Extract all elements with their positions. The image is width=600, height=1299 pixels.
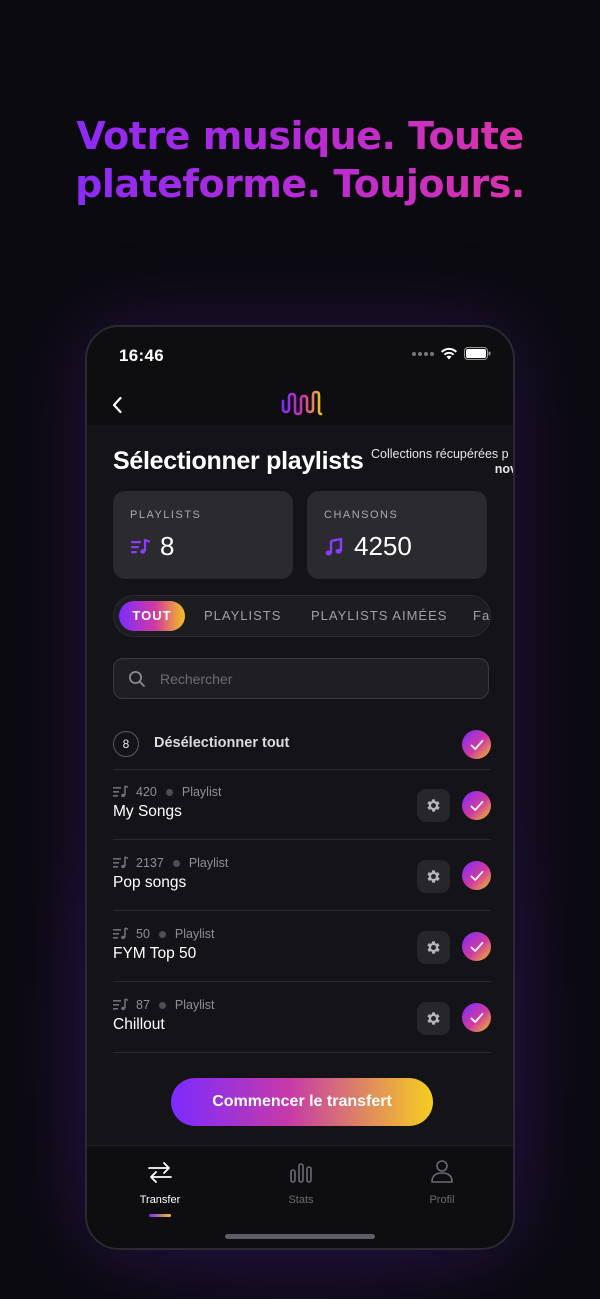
tab-profile-label: Profil bbox=[429, 1194, 455, 1206]
filter-tabs: TOUT PLAYLISTS PLAYLISTS AIMÉES Fa bbox=[113, 595, 491, 637]
headline-line-2: plateforme. Toujours. bbox=[75, 162, 525, 206]
playlist-settings-button[interactable] bbox=[417, 860, 450, 893]
main-content: Sélectionner playlists Collections récup… bbox=[87, 425, 513, 1145]
playlists-stat-card: PLAYLISTS 8 bbox=[113, 491, 293, 579]
user-icon bbox=[431, 1160, 453, 1183]
select-all-row: 8 Désélectionner tout bbox=[113, 729, 491, 763]
playlist-small-icon bbox=[113, 927, 129, 940]
playlist-icon bbox=[131, 538, 150, 554]
songs-stat-value: 4250 bbox=[354, 531, 412, 561]
search-box bbox=[113, 658, 489, 699]
playlist-row[interactable]: 87 Playlist Chillout bbox=[113, 982, 491, 1052]
playlist-track-count: 420 bbox=[136, 785, 157, 799]
playlist-track-count: 87 bbox=[136, 998, 150, 1012]
bottom-tab-bar: Transfer Stats Profil bbox=[87, 1145, 513, 1248]
gear-icon bbox=[427, 941, 440, 954]
nav-bar bbox=[87, 385, 513, 425]
tab-stats[interactable]: Stats bbox=[251, 1156, 351, 1216]
playlist-row[interactable]: 2137 Playlist Pop songs bbox=[113, 840, 491, 910]
waveform-logo-icon bbox=[281, 390, 323, 416]
selected-count-badge: 8 bbox=[113, 731, 139, 757]
checkmark-icon bbox=[470, 870, 483, 881]
home-indicator bbox=[225, 1234, 375, 1239]
playlist-name: Chillout bbox=[113, 1016, 165, 1033]
chevron-left-icon bbox=[112, 396, 122, 414]
playlists-stat-value: 8 bbox=[160, 531, 175, 561]
playlist-type: Playlist bbox=[174, 927, 215, 941]
tab-transfer[interactable]: Transfer bbox=[110, 1156, 210, 1217]
tab-transfer-label: Transfer bbox=[139, 1194, 181, 1206]
tab-all[interactable]: TOUT bbox=[119, 601, 185, 631]
playlist-settings-button[interactable] bbox=[417, 1002, 450, 1035]
page-title: Sélectionner playlists bbox=[113, 447, 364, 475]
playlist-small-icon bbox=[113, 785, 129, 798]
checkmark-icon bbox=[470, 941, 483, 952]
promo-page: Votre musique. Toute plateforme. Toujour… bbox=[0, 0, 600, 1299]
playlist-name: Pop songs bbox=[113, 874, 187, 891]
tab-playlists[interactable]: PLAYLISTS bbox=[204, 601, 281, 631]
status-icons bbox=[412, 347, 491, 360]
gear-icon bbox=[427, 1012, 440, 1025]
page-subtitle: Collections récupérées p nov bbox=[371, 447, 515, 477]
playlist-settings-button[interactable] bbox=[417, 931, 450, 964]
playlist-type: Playlist bbox=[181, 785, 222, 799]
playlist-track-count: 2137 bbox=[136, 856, 164, 870]
subtitle-line-1: Collections récupérées p bbox=[371, 447, 509, 461]
wifi-icon bbox=[441, 347, 457, 360]
playlist-type: Playlist bbox=[174, 998, 215, 1012]
gear-icon bbox=[427, 870, 440, 883]
tab-stats-label: Stats bbox=[288, 1194, 314, 1206]
promo-headline: Votre musique. Toute plateforme. Toujour… bbox=[0, 112, 600, 208]
playlist-small-icon bbox=[113, 856, 129, 869]
tab-liked-playlists[interactable]: PLAYLISTS AIMÉES bbox=[311, 601, 447, 631]
playlist-checkbox[interactable] bbox=[462, 932, 491, 961]
gear-icon bbox=[427, 799, 440, 812]
playlist-row[interactable]: 50 Playlist FYM Top 50 bbox=[113, 911, 491, 981]
transfer-arrows-icon bbox=[148, 1162, 172, 1183]
active-tab-indicator bbox=[149, 1214, 171, 1217]
search-icon bbox=[129, 671, 145, 687]
select-all-checkbox[interactable] bbox=[462, 730, 491, 759]
playlist-settings-button[interactable] bbox=[417, 789, 450, 822]
music-note-icon bbox=[325, 537, 343, 555]
battery-icon bbox=[464, 347, 491, 360]
playlist-checkbox[interactable] bbox=[462, 1003, 491, 1032]
tab-profile[interactable]: Profil bbox=[392, 1156, 492, 1216]
playlist-name: FYM Top 50 bbox=[113, 945, 197, 962]
checkmark-icon bbox=[470, 800, 483, 811]
songs-stat-card: CHANSONS 4250 bbox=[307, 491, 487, 579]
subtitle-line-2: nov bbox=[494, 462, 515, 476]
status-bar: 16:46 bbox=[87, 327, 513, 385]
status-time: 16:46 bbox=[119, 346, 164, 365]
playlist-name: My Songs bbox=[113, 803, 182, 820]
back-button[interactable] bbox=[103, 391, 131, 419]
playlist-track-count: 50 bbox=[136, 927, 150, 941]
playlist-small-icon bbox=[113, 998, 129, 1011]
tab-favorites[interactable]: Fa bbox=[473, 601, 490, 631]
playlist-checkbox[interactable] bbox=[462, 861, 491, 890]
deselect-all-label[interactable]: Désélectionner tout bbox=[154, 735, 289, 751]
songs-stat-label: CHANSONS bbox=[324, 509, 399, 521]
playlist-type: Playlist bbox=[188, 856, 229, 870]
signal-icon bbox=[412, 351, 434, 356]
start-transfer-button[interactable]: Commencer le transfert bbox=[171, 1078, 433, 1126]
search-input[interactable] bbox=[160, 659, 480, 698]
divider bbox=[113, 1052, 491, 1053]
phone-frame: 16:46 Sélectionner playlists Collections… bbox=[85, 325, 515, 1250]
bar-chart-icon bbox=[290, 1163, 312, 1183]
headline-line-1: Votre musique. Toute bbox=[76, 114, 524, 158]
playlist-checkbox[interactable] bbox=[462, 791, 491, 820]
checkmark-icon bbox=[470, 1012, 483, 1023]
playlists-stat-label: PLAYLISTS bbox=[130, 509, 202, 521]
playlist-row[interactable]: 420 Playlist My Songs bbox=[113, 769, 491, 839]
checkmark-icon bbox=[470, 739, 483, 750]
